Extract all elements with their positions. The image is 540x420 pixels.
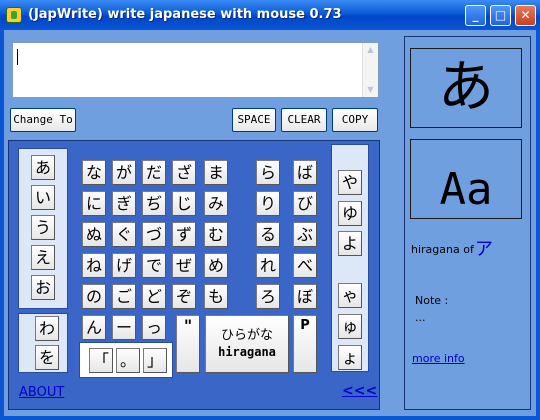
wa-column: わ を xyxy=(18,313,68,373)
close-button[interactable]: ✕ xyxy=(515,5,536,26)
key-bu[interactable]: ぶ xyxy=(293,222,317,247)
key-dji[interactable]: ぢ xyxy=(142,191,166,216)
preview-glyph: あ xyxy=(410,48,522,128)
clear-button[interactable]: CLEAR xyxy=(281,108,327,132)
key-close-quote[interactable]: 」 xyxy=(143,348,167,373)
title-bar[interactable]: (JapWrite) write japanese with mouse 0.7… xyxy=(0,0,540,30)
scroll-down-icon[interactable]: ▼ xyxy=(365,85,376,95)
handakuten-p-button[interactable]: P xyxy=(293,315,317,373)
key-da[interactable]: だ xyxy=(142,160,166,185)
key-ne[interactable]: ね xyxy=(82,253,106,278)
preview-romaji: Aa xyxy=(410,139,522,219)
key-re[interactable]: れ xyxy=(256,253,280,278)
key-o[interactable]: お xyxy=(31,275,55,300)
preview-hiragana-of-label: hiragana of xyxy=(411,243,474,256)
key-na[interactable]: な xyxy=(82,160,106,185)
key-yo[interactable]: よ xyxy=(338,231,362,256)
key-mi[interactable]: み xyxy=(204,191,228,216)
key-bi[interactable]: び xyxy=(293,191,317,216)
scroll-up-icon[interactable]: ▲ xyxy=(365,45,376,55)
app-icon xyxy=(6,7,22,23)
key-ni[interactable]: に xyxy=(82,191,106,216)
vowel-column: あ い う え お xyxy=(18,148,68,309)
key-ge[interactable]: げ xyxy=(112,253,136,278)
text-caret xyxy=(17,49,18,65)
app-window: (JapWrite) write japanese with mouse 0.7… xyxy=(0,0,540,420)
hiragana-button-line2: hiragana xyxy=(218,345,276,359)
text-input[interactable]: ▲ ▼ xyxy=(12,42,379,98)
note-label: Note : xyxy=(415,294,449,307)
key-ba[interactable]: ば xyxy=(293,160,317,185)
key-nu[interactable]: ぬ xyxy=(82,222,106,247)
key-go[interactable]: ご xyxy=(112,284,136,309)
minimize-button[interactable]: _ xyxy=(465,5,486,26)
key-gu[interactable]: ぐ xyxy=(112,222,136,247)
copy-button[interactable]: COPY xyxy=(332,108,378,132)
key-a[interactable]: あ xyxy=(31,155,55,180)
key-i[interactable]: い xyxy=(31,185,55,210)
key-dzu[interactable]: づ xyxy=(142,222,166,247)
key-de[interactable]: で xyxy=(142,253,166,278)
about-link[interactable]: ABOUT xyxy=(19,385,64,400)
maximize-button[interactable]: □ xyxy=(490,5,511,26)
key-do[interactable]: ど xyxy=(142,284,166,309)
window-frame-left xyxy=(0,30,4,420)
key-small-yo[interactable]: ょ xyxy=(338,345,362,370)
key-open-quote[interactable]: 「 xyxy=(89,348,113,373)
window-frame-right xyxy=(536,30,540,420)
key-long-vowel[interactable]: ー xyxy=(112,315,136,340)
key-e[interactable]: え xyxy=(31,245,55,270)
key-bo[interactable]: ぼ xyxy=(293,284,317,309)
ya-column: や ゆ よ ゃ ゅ ょ xyxy=(331,144,369,372)
key-zu[interactable]: ず xyxy=(172,222,196,247)
key-small-yu[interactable]: ゅ xyxy=(338,314,362,339)
key-me[interactable]: め xyxy=(204,253,228,278)
key-wa[interactable]: わ xyxy=(35,316,59,341)
key-n[interactable]: ん xyxy=(82,315,106,340)
space-button[interactable]: SPACE xyxy=(232,108,276,132)
punctuation-group: 「 。 」 xyxy=(79,342,173,378)
back-link[interactable]: <<< xyxy=(342,383,377,399)
kana-keyboard: あ い う え お わ を な が だ ざ ま に ぎ ぢ じ み ぬ ぐ づ … xyxy=(8,140,380,410)
key-be[interactable]: べ xyxy=(293,253,317,278)
preview-katakana: ア xyxy=(475,239,493,260)
key-yu[interactable]: ゆ xyxy=(338,201,362,226)
key-wo[interactable]: を xyxy=(35,345,59,370)
key-zo[interactable]: ぞ xyxy=(172,284,196,309)
preview-panel: あ Aa hiragana of ア Note : ... more info xyxy=(404,36,531,410)
hiragana-toggle-button[interactable]: ひらがな hiragana xyxy=(205,315,289,373)
key-ze[interactable]: ぜ xyxy=(172,253,196,278)
key-mo[interactable]: も xyxy=(204,284,228,309)
key-ya[interactable]: や xyxy=(338,170,362,195)
note-value: ... xyxy=(415,311,426,324)
dakuten-button[interactable]: " xyxy=(176,315,200,373)
more-info-link[interactable]: more info xyxy=(412,352,465,365)
key-period[interactable]: 。 xyxy=(116,348,140,373)
key-za[interactable]: ざ xyxy=(172,160,196,185)
key-gi[interactable]: ぎ xyxy=(112,191,136,216)
key-small-tsu[interactable]: っ xyxy=(142,315,166,340)
key-small-ya[interactable]: ゃ xyxy=(338,283,362,308)
key-mu[interactable]: む xyxy=(204,222,228,247)
window-title: (JapWrite) write japanese with mouse 0.7… xyxy=(28,7,342,22)
text-scrollbar[interactable]: ▲ ▼ xyxy=(362,43,378,97)
key-ru[interactable]: る xyxy=(256,222,280,247)
key-u[interactable]: う xyxy=(31,215,55,240)
key-ga[interactable]: が xyxy=(112,160,136,185)
change-to-button[interactable]: Change To xyxy=(10,108,76,132)
hiragana-button-line1: ひらがな xyxy=(220,328,273,343)
key-ri[interactable]: り xyxy=(256,191,280,216)
window-frame-bottom xyxy=(0,416,540,420)
key-ra[interactable]: ら xyxy=(256,160,280,185)
key-ro[interactable]: ろ xyxy=(256,284,280,309)
key-ma[interactable]: ま xyxy=(204,160,228,185)
key-ji[interactable]: じ xyxy=(172,191,196,216)
key-no[interactable]: の xyxy=(82,284,106,309)
